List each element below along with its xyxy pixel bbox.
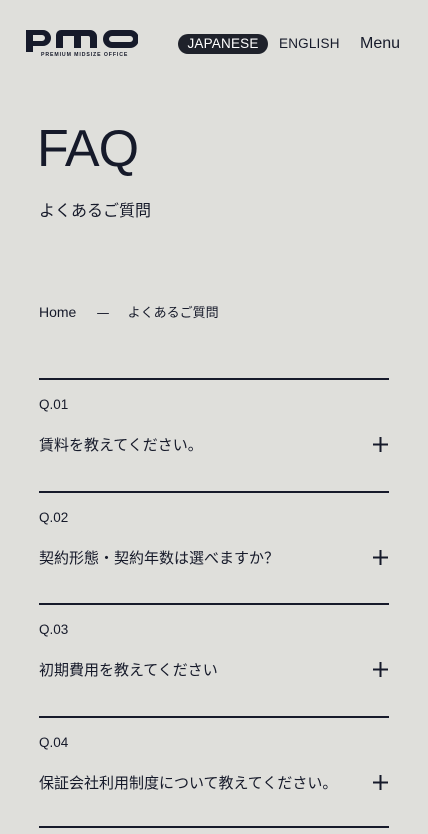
faq-question: 初期費用を教えてください bbox=[39, 661, 218, 679]
faq-item-q03[interactable]: Q.03 初期費用を教えてください bbox=[39, 603, 389, 716]
logo-tagline: PREMIUM MIDSIZE OFFICE bbox=[41, 52, 129, 58]
breadcrumb-current: よくあるご質問 bbox=[127, 306, 219, 321]
plus-icon[interactable] bbox=[372, 774, 389, 791]
faq-item-q02[interactable]: Q.02 契約形態・契約年数は選べますか？ bbox=[39, 490, 389, 604]
breadcrumb-home-link[interactable]: Home bbox=[39, 304, 76, 320]
plus-icon[interactable] bbox=[372, 549, 389, 566]
breadcrumb: Home — よくあるご質問 bbox=[39, 302, 219, 322]
breadcrumb-separator: — bbox=[96, 306, 110, 321]
faq-number: Q.02 bbox=[39, 509, 69, 525]
page-subtitle: よくあるご質問 bbox=[39, 201, 152, 220]
faq-number: Q.04 bbox=[39, 734, 69, 750]
faq-item-q04[interactable]: Q.04 保証会社利用制度について教えてください。 bbox=[39, 715, 389, 828]
page-title: FAQ bbox=[37, 120, 139, 178]
faq-number: Q.03 bbox=[39, 622, 69, 637]
menu-button[interactable]: Menu bbox=[360, 33, 400, 55]
faq-list: Q.01 賃料を教えてください。 Q.02 契約形態・契約年数は選べますか？ Q… bbox=[39, 378, 389, 828]
lang-english-button[interactable]: ENGLISH bbox=[279, 34, 340, 54]
pmo-logo-mark bbox=[26, 30, 138, 52]
logo[interactable]: PREMIUM MIDSIZE OFFICE bbox=[26, 28, 138, 62]
site-header: PREMIUM MIDSIZE OFFICE JAPANESE ENGLISH … bbox=[0, 0, 428, 90]
faq-item-q01[interactable]: Q.01 賃料を教えてください。 bbox=[39, 378, 389, 491]
plus-icon[interactable] bbox=[372, 436, 389, 453]
faq-question: 契約形態・契約年数は選べますか？ bbox=[39, 548, 280, 567]
lang-japanese-button[interactable]: JAPANESE bbox=[178, 34, 268, 54]
faq-question: 保証会社利用制度について教えてください。 bbox=[39, 773, 338, 792]
faq-question: 賃料を教えてください。 bbox=[39, 436, 203, 454]
faq-number: Q.01 bbox=[39, 397, 69, 412]
plus-icon[interactable] bbox=[372, 661, 389, 678]
